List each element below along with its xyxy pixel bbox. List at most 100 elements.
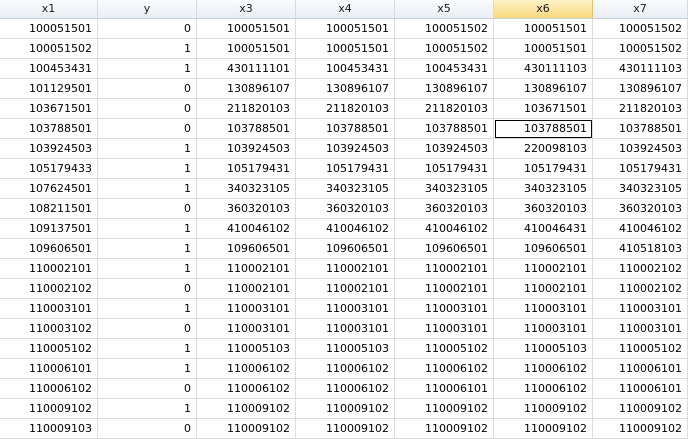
table-cell-x3[interactable]: 110009102 xyxy=(197,399,296,419)
table-cell-x1[interactable]: 110003102 xyxy=(0,319,98,339)
table-cell-x4[interactable]: 110006102 xyxy=(296,359,395,379)
table-cell-x1[interactable]: 100051502 xyxy=(0,39,98,59)
table-cell-y[interactable]: 0 xyxy=(98,99,197,119)
table-cell-x4[interactable]: 110005103 xyxy=(296,339,395,359)
table-cell-x7[interactable]: 110005102 xyxy=(593,339,688,359)
table-cell-x7[interactable]: 110009102 xyxy=(593,419,688,439)
table-cell-y[interactable]: 1 xyxy=(98,59,197,79)
table-cell-y[interactable]: 1 xyxy=(98,139,197,159)
table-row[interactable]: 107624501 1 340323105 340323105 340323105 340… xyxy=(0,179,688,199)
table-cell-x7[interactable]: 100051502 xyxy=(593,39,688,59)
table-cell-x6[interactable]: 110006102 xyxy=(494,359,593,379)
table-cell-x5[interactable]: 340323105 xyxy=(395,179,494,199)
table-cell-y[interactable]: 0 xyxy=(98,199,197,219)
table-cell-x5[interactable]: 110009102 xyxy=(395,419,494,439)
table-cell-x4[interactable]: 110003101 xyxy=(296,319,395,339)
table-cell-x6[interactable]: 360320103 xyxy=(494,199,593,219)
table-cell-x4[interactable]: 360320103 xyxy=(296,199,395,219)
table-cell-x5[interactable]: 110005102 xyxy=(395,339,494,359)
table-row[interactable]: 100051501 0 100051501 100051501 100051502 100… xyxy=(0,19,688,39)
table-cell-x4[interactable]: 110003101 xyxy=(296,299,395,319)
table-row[interactable]: 109606501 1 109606501 109606501 109606501 109… xyxy=(0,239,688,259)
table-cell-x5[interactable]: 410046102 xyxy=(395,219,494,239)
table-row[interactable]: 110009103 0 110009102 110009102 110009102 110… xyxy=(0,419,688,439)
table-cell-x5[interactable]: 100051502 xyxy=(395,19,494,39)
table-row[interactable]: 100051502 1 100051501 100051501 100051502 100… xyxy=(0,39,688,59)
table-cell-x3[interactable]: 110006102 xyxy=(197,359,296,379)
column-header-x1[interactable]: x1 xyxy=(0,0,98,18)
table-cell-x5[interactable]: 103924503 xyxy=(395,139,494,159)
table-cell-x3[interactable]: 110005103 xyxy=(197,339,296,359)
table-cell-x6[interactable]: 103671501 xyxy=(494,99,593,119)
table-cell-x4[interactable]: 109606501 xyxy=(296,239,395,259)
table-cell-x3[interactable]: 211820103 xyxy=(197,99,296,119)
table-cell-x7[interactable]: 410046102 xyxy=(593,219,688,239)
table-cell-x7[interactable]: 110003101 xyxy=(593,319,688,339)
table-row[interactable]: 110003101 1 110003101 110003101 110003101 110… xyxy=(0,299,688,319)
table-cell-x3[interactable]: 110003101 xyxy=(197,319,296,339)
table-cell-x6[interactable]: 110003101 xyxy=(494,299,593,319)
table-cell-x5[interactable]: 110006102 xyxy=(395,359,494,379)
table-row[interactable]: 103671501 0 211820103 211820103 211820103 103… xyxy=(0,99,688,119)
table-cell-x3[interactable]: 110003101 xyxy=(197,299,296,319)
table-cell-x3[interactable]: 103924503 xyxy=(197,139,296,159)
table-cell-x7[interactable]: 110002102 xyxy=(593,279,688,299)
table-cell-x7[interactable]: 430111103 xyxy=(593,59,688,79)
table-cell-x1[interactable]: 100453431 xyxy=(0,59,98,79)
table-cell-x5[interactable]: 211820103 xyxy=(395,99,494,119)
column-header-x6[interactable]: x6 xyxy=(494,0,593,18)
table-cell-x1[interactable]: 110006101 xyxy=(0,359,98,379)
table-cell-y[interactable]: 0 xyxy=(98,319,197,339)
table-cell-x6[interactable]: 109606501 xyxy=(494,239,593,259)
table-cell-x4[interactable]: 110002101 xyxy=(296,279,395,299)
table-cell-y[interactable]: 0 xyxy=(98,79,197,99)
column-header-x3[interactable]: x3 xyxy=(197,0,296,18)
table-cell-x1[interactable]: 110006102 xyxy=(0,379,98,399)
table-cell-x4[interactable]: 103924503 xyxy=(296,139,395,159)
table-cell-x6[interactable]: 430111103 xyxy=(494,59,593,79)
table-cell-y[interactable]: 0 xyxy=(98,419,197,439)
table-cell-x3[interactable]: 110006102 xyxy=(197,379,296,399)
table-cell-x7[interactable]: 360320103 xyxy=(593,199,688,219)
table-cell-y[interactable]: 0 xyxy=(98,119,197,139)
table-cell-x4[interactable]: 100051501 xyxy=(296,19,395,39)
table-cell-x5[interactable]: 100051502 xyxy=(395,39,494,59)
table-row[interactable]: 109137501 1 410046102 410046102 410046102 410… xyxy=(0,219,688,239)
table-cell-x1[interactable]: 110002101 xyxy=(0,259,98,279)
table-cell-x7[interactable]: 410518103 xyxy=(593,239,688,259)
table-row[interactable]: 110005102 1 110005103 110005103 110005102 110… xyxy=(0,339,688,359)
table-row[interactable]: 110009102 1 110009102 110009102 110009102 110… xyxy=(0,399,688,419)
table-cell-y[interactable]: 1 xyxy=(98,39,197,59)
table-cell-y[interactable]: 1 xyxy=(98,339,197,359)
table-cell-y[interactable]: 0 xyxy=(98,19,197,39)
table-cell-y[interactable]: 0 xyxy=(98,379,197,399)
table-cell-x4[interactable]: 103788501 xyxy=(296,119,395,139)
table-row[interactable]: 108211501 0 360320103 360320103 360320103 360… xyxy=(0,199,688,219)
table-cell-x6[interactable]: 110002101 xyxy=(494,259,593,279)
table-cell-x3[interactable]: 100051501 xyxy=(197,39,296,59)
table-cell-x5[interactable]: 110002101 xyxy=(395,259,494,279)
table-cell-x3[interactable]: 105179431 xyxy=(197,159,296,179)
table-cell-x1[interactable]: 105179433 xyxy=(0,159,98,179)
table-row[interactable]: 110006101 1 110006102 110006102 110006102 110… xyxy=(0,359,688,379)
table-cell-y[interactable]: 0 xyxy=(98,279,197,299)
table-cell-x7[interactable]: 105179431 xyxy=(593,159,688,179)
table-cell-y[interactable]: 1 xyxy=(98,299,197,319)
table-cell-x3[interactable]: 430111101 xyxy=(197,59,296,79)
table-cell-x1[interactable]: 109606501 xyxy=(0,239,98,259)
table-cell-x5[interactable]: 130896107 xyxy=(395,79,494,99)
table-cell-x3[interactable]: 360320103 xyxy=(197,199,296,219)
table-cell-x6[interactable]: 110003101 xyxy=(494,319,593,339)
data-grid[interactable]: x1 y x3 x4 x5 x6 x7 100051501 0 100051501 1… xyxy=(0,0,688,439)
table-cell-y[interactable]: 1 xyxy=(98,239,197,259)
table-cell-x1[interactable]: 103788501 xyxy=(0,119,98,139)
table-row[interactable]: 110006102 0 110006102 110006102 110006101 110… xyxy=(0,379,688,399)
table-cell-x7[interactable]: 211820103 xyxy=(593,99,688,119)
table-row[interactable]: 110003102 0 110003101 110003101 110003101 110… xyxy=(0,319,688,339)
table-cell-x3[interactable]: 110002101 xyxy=(197,279,296,299)
table-cell-x3[interactable]: 340323105 xyxy=(197,179,296,199)
table-cell-x3[interactable]: 109606501 xyxy=(197,239,296,259)
table-cell-x7[interactable]: 103924503 xyxy=(593,139,688,159)
table-cell-x1[interactable]: 101129501 xyxy=(0,79,98,99)
table-row[interactable]: 103924503 1 103924503 103924503 103924503 220… xyxy=(0,139,688,159)
